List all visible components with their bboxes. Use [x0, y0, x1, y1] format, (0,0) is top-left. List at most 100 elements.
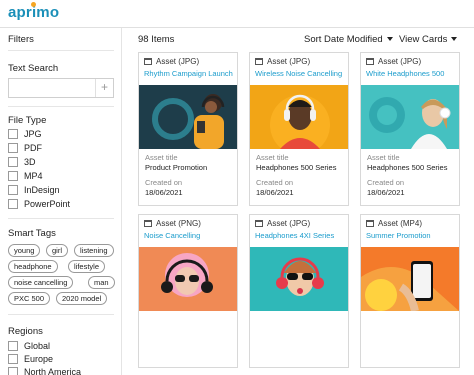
woman-pink-hair-image: [139, 247, 237, 311]
asset-name-link[interactable]: Rhythm Campaign Launch: [144, 69, 236, 78]
asset-thumbnail[interactable]: [361, 85, 459, 149]
asset-title-label: Asset title: [367, 153, 400, 162]
checkbox[interactable]: [8, 354, 18, 364]
checkbox[interactable]: [8, 199, 18, 209]
woman-with-headphones-image: [139, 85, 237, 149]
tag-chip[interactable]: young: [8, 244, 41, 257]
file-icon: [255, 58, 263, 65]
card-header: Asset (JPG) Rhythm Campaign Launch: [144, 57, 236, 81]
card-header: Asset (PNG) Noise Cancelling: [144, 219, 236, 243]
asset-name-link[interactable]: Headphones 4XI Series: [255, 231, 347, 240]
asset-card[interactable]: Asset (MP4) Summer Promotion: [360, 214, 460, 368]
created-label: Created on: [256, 178, 294, 187]
created-date: 18/06/2021: [256, 188, 294, 197]
tag-chip[interactable]: man: [88, 276, 115, 289]
file-type-option-label: JPG: [24, 129, 42, 139]
asset-name-link[interactable]: White Headphones 500: [366, 69, 458, 78]
region-option-global[interactable]: Global: [8, 340, 50, 352]
view-dropdown[interactable]: View Cards: [399, 34, 458, 45]
checkbox[interactable]: [8, 341, 18, 351]
sort-label: Sort Date Modified: [304, 34, 383, 45]
woman-white-headphones-image: [361, 85, 459, 149]
search-input[interactable]: [9, 79, 95, 97]
tag-chip[interactable]: listening: [74, 244, 114, 257]
asset-card[interactable]: Asset (JPG) Wireless Noise Cancelling As…: [249, 52, 349, 206]
divider: [8, 314, 114, 315]
file-type-option-mp4[interactable]: MP4: [8, 170, 43, 182]
asset-name-link[interactable]: Summer Promotion: [366, 231, 458, 240]
region-option-label: Europe: [24, 354, 54, 364]
asset-name-link[interactable]: Noise Cancelling: [144, 231, 236, 240]
asset-title: Headphones 500 Series: [367, 163, 448, 172]
tag-chip[interactable]: PXC 500: [8, 292, 51, 305]
asset-thumbnail[interactable]: [250, 85, 348, 149]
checkbox[interactable]: [8, 185, 18, 195]
card-meta: Asset title Headphones 500 Series Create…: [367, 153, 457, 198]
file-type-option-indesign[interactable]: InDesign: [8, 184, 60, 196]
checkbox[interactable]: [8, 143, 18, 153]
card-header: Asset (JPG) Headphones 4XI Series: [255, 219, 347, 243]
man-with-headphones-image: [250, 85, 348, 149]
woman-teal-background-image: [250, 247, 348, 311]
tag-chip[interactable]: 2020 model: [56, 292, 108, 305]
created-date: 18/06/2021: [367, 188, 405, 197]
tag-chip[interactable]: girl: [46, 244, 69, 257]
asset-type: Asset (MP4): [378, 219, 423, 228]
file-type-option-label: MP4: [24, 171, 43, 181]
file-type-option-label: PowerPoint: [24, 199, 71, 209]
region-option-label: North America: [24, 367, 82, 375]
chevron-down-icon: [451, 37, 458, 42]
phone-summer-image: [361, 247, 459, 311]
card-header: Asset (JPG) White Headphones 500: [366, 57, 458, 81]
region-option-label: Global: [24, 341, 51, 351]
file-type-option-label: 3D: [24, 157, 36, 167]
checkbox[interactable]: [8, 129, 18, 139]
logo-dot: [31, 2, 36, 7]
created-label: Created on: [367, 178, 405, 187]
region-option-north-america[interactable]: North America: [8, 366, 81, 375]
asset-type: Asset (JPG): [267, 57, 311, 66]
checkbox[interactable]: [8, 367, 18, 375]
asset-card[interactable]: Asset (JPG) White Headphones 500 Asset t…: [360, 52, 460, 206]
file-icon: [366, 220, 374, 227]
checkbox[interactable]: [8, 157, 18, 167]
file-type-label: File Type: [8, 115, 47, 126]
asset-name-link[interactable]: Wireless Noise Cancelling: [255, 69, 347, 78]
asset-thumbnail[interactable]: [250, 247, 348, 311]
file-type-option-pdf[interactable]: PDF: [8, 142, 42, 154]
asset-card[interactable]: Asset (PNG) Noise Cancelling: [138, 214, 238, 368]
smart-tags-label: Smart Tags: [8, 228, 56, 239]
plus-icon[interactable]: +: [95, 79, 113, 97]
asset-title: Headphones 500 Series: [256, 163, 337, 172]
created-label: Created on: [145, 178, 183, 187]
asset-card[interactable]: Asset (JPG) Headphones 4XI Series: [249, 214, 349, 368]
asset-grid-panel: 98 Items Sort Date Modified View Cards A…: [122, 28, 474, 375]
divider: [8, 50, 114, 51]
asset-thumbnail[interactable]: [139, 247, 237, 311]
asset-type: Asset (JPG): [267, 219, 311, 228]
tag-chip[interactable]: lifestyle: [68, 260, 106, 273]
asset-type: Asset (JPG): [378, 57, 422, 66]
file-type-option-powerpoint[interactable]: PowerPoint: [8, 198, 70, 210]
card-meta: Asset title Product Promotion Created on…: [145, 153, 235, 198]
card-header: Asset (MP4) Summer Promotion: [366, 219, 458, 243]
file-type-option-label: InDesign: [24, 185, 60, 195]
created-date: 18/06/2021: [145, 188, 183, 197]
divider: [8, 218, 114, 219]
tag-chip[interactable]: noise cancelling: [8, 276, 74, 289]
regions-label: Regions: [8, 326, 43, 337]
tag-chip[interactable]: headphone: [8, 260, 58, 273]
card-header: Asset (JPG) Wireless Noise Cancelling: [255, 57, 347, 81]
file-type-option-3d[interactable]: 3D: [8, 156, 36, 168]
file-icon: [144, 220, 152, 227]
region-option-europe[interactable]: Europe: [8, 353, 53, 365]
card-meta: Asset title Headphones 500 Series Create…: [256, 153, 346, 198]
asset-type: Asset (JPG): [156, 57, 200, 66]
asset-card[interactable]: Asset (JPG) Rhythm Campaign Launch Asset…: [138, 52, 238, 206]
file-icon: [144, 58, 152, 65]
asset-thumbnail[interactable]: [361, 247, 459, 311]
asset-thumbnail[interactable]: [139, 85, 237, 149]
file-type-option-jpg[interactable]: JPG: [8, 128, 42, 140]
sort-dropdown[interactable]: Sort Date Modified: [304, 34, 393, 45]
checkbox[interactable]: [8, 171, 18, 181]
